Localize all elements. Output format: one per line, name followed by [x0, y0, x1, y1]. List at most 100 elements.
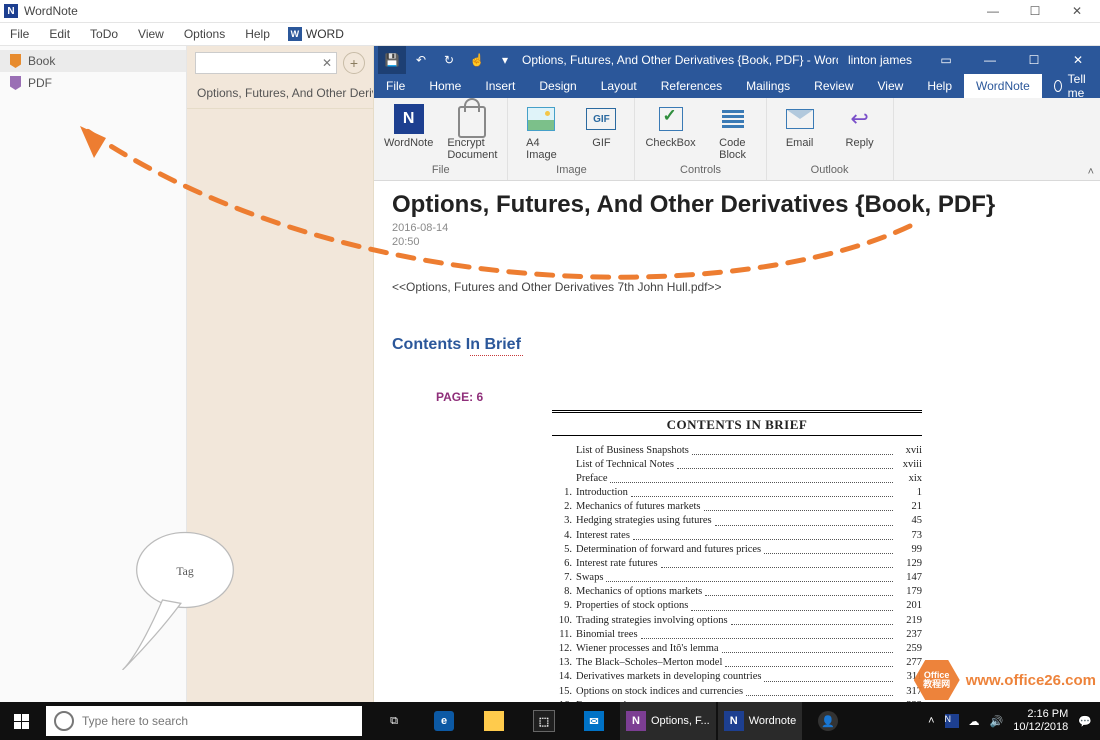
taskbar-people[interactable]: 👤	[804, 702, 852, 740]
menu-todo[interactable]: ToDo	[80, 23, 128, 45]
menu-word-link[interactable]: W WORD	[280, 27, 352, 41]
tab-help[interactable]: Help	[915, 74, 964, 98]
toc-line: 11.Binomial trees237	[552, 628, 922, 642]
task-view-icon[interactable]: ⧉	[370, 702, 418, 740]
toc-line: 8.Mechanics of options markets179	[552, 585, 922, 599]
word-embed: 💾 ↶ ↻ ☝ ▾ Options, Futures, And Other De…	[374, 46, 1100, 740]
collapse-ribbon-icon[interactable]: ˄	[1088, 166, 1094, 178]
qa-touch-icon[interactable]: ☝	[464, 47, 490, 73]
tab-design[interactable]: Design	[527, 74, 588, 98]
toc-line: 2.Mechanics of futures markets21	[552, 500, 922, 514]
menu-file[interactable]: File	[0, 23, 39, 45]
toc-line: 9.Properties of stock options201	[552, 599, 922, 613]
toc-line: 5.Determination of forward and futures p…	[552, 543, 922, 557]
tab-review[interactable]: Review	[802, 74, 865, 98]
notifications-icon[interactable]: 💬	[1078, 715, 1092, 728]
tray-volume-icon[interactable]: 🔊	[990, 715, 1004, 728]
windows-logo-icon	[14, 714, 29, 729]
wordnote-menubar: File Edit ToDo View Options Help W WORD	[0, 23, 1100, 46]
word-maximize-button[interactable]: ☐	[1014, 47, 1054, 73]
taskbar: Type here to search ⧉ e ⬚ ✉ NOptions, F.…	[0, 702, 1100, 740]
add-note-button[interactable]: +	[343, 52, 365, 74]
taskbar-explorer[interactable]	[470, 702, 518, 740]
toc-line: 14.Derivatives markets in developing cou…	[552, 670, 922, 684]
ribbon-group-file: N WordNote Encrypt Document File	[374, 98, 508, 180]
word-ribbon-options-icon[interactable]: ▭	[926, 47, 966, 73]
taskbar-mail[interactable]: ✉	[570, 702, 618, 740]
menu-options[interactable]: Options	[174, 23, 235, 45]
menu-edit[interactable]: Edit	[39, 23, 80, 45]
taskbar-clock[interactable]: 2:16 PM10/12/2018	[1013, 708, 1068, 733]
doc-attachment-ref: <<Options, Futures and Other Derivatives…	[392, 280, 1082, 294]
qa-save-icon[interactable]: 💾	[378, 46, 406, 74]
word-close-button[interactable]: ✕	[1058, 47, 1098, 73]
word-minimize-button[interactable]: ―	[970, 47, 1010, 73]
system-tray: ˄ N ☁ 🔊 2:16 PM10/12/2018 💬	[920, 708, 1100, 733]
wordnote-titlebar: N WordNote ― ☐ ✕	[0, 0, 1100, 23]
tag-row-pdf[interactable]: PDF	[0, 72, 186, 94]
qa-undo-icon[interactable]: ↶	[408, 47, 434, 73]
tell-me-button[interactable]: Tell me	[1042, 74, 1100, 98]
taskbar-wordnote[interactable]: NWordnote	[718, 702, 803, 740]
tab-references[interactable]: References	[649, 74, 734, 98]
menu-word-label: WORD	[306, 27, 344, 41]
doc-title: Options, Futures, And Other Derivatives …	[392, 191, 1082, 219]
note-list-item[interactable]: Options, Futures, And Other Derivati	[187, 78, 373, 109]
taskbar-edge[interactable]: e	[420, 702, 468, 740]
ribbon-group-label: File	[432, 163, 450, 178]
taskbar-search[interactable]: Type here to search	[46, 706, 362, 736]
ribbon-group-label: Outlook	[811, 163, 849, 178]
toc-line: 1.Introduction1	[552, 486, 922, 500]
menu-help[interactable]: Help	[235, 23, 280, 45]
tab-home[interactable]: Home	[417, 74, 473, 98]
tag-pane: Book PDF	[0, 46, 187, 740]
tab-layout[interactable]: Layout	[589, 74, 649, 98]
taskbar-store[interactable]: ⬚	[520, 702, 568, 740]
people-icon: 👤	[818, 711, 838, 731]
close-button[interactable]: ✕	[1056, 1, 1098, 21]
gif-icon: GIF	[586, 108, 616, 130]
ribbon-group-label: Controls	[680, 163, 721, 178]
ribbon-reply-button[interactable]: ↩ Reply	[831, 102, 889, 151]
tab-wordnote[interactable]: WordNote	[964, 74, 1042, 98]
menu-view[interactable]: View	[128, 23, 174, 45]
ribbon-wordnote-button[interactable]: N WordNote	[378, 102, 439, 151]
toc-line: Prefacexix	[552, 472, 922, 486]
tag-row-book[interactable]: Book	[0, 50, 186, 72]
ribbon-encrypt-button[interactable]: Encrypt Document	[441, 102, 503, 163]
word-document-canvas[interactable]: Options, Futures, And Other Derivatives …	[374, 181, 1100, 719]
mail-icon: ✉	[584, 711, 604, 731]
clear-icon[interactable]: ✕	[322, 56, 332, 70]
taskbar-search-placeholder: Type here to search	[82, 714, 188, 728]
taskbar-onenote[interactable]: NOptions, F...	[620, 702, 716, 740]
book-contents-block: CONTENTS IN BRIEF List of Business Snaps…	[552, 410, 922, 713]
ribbon-email-button[interactable]: Email	[771, 102, 829, 151]
onenote-icon: N	[626, 711, 646, 731]
start-button[interactable]	[0, 702, 42, 740]
ribbon-group-controls: CheckBox Code Block Controls	[635, 98, 766, 180]
search-input[interactable]: ✕	[195, 52, 337, 74]
folder-icon	[484, 711, 504, 731]
tab-file[interactable]: File	[374, 74, 417, 98]
tab-mailings[interactable]: Mailings	[734, 74, 802, 98]
tab-view[interactable]: View	[866, 74, 916, 98]
qa-redo-icon[interactable]: ↻	[436, 47, 462, 73]
ribbon-a4image-button[interactable]: A4 Image	[512, 102, 570, 163]
wordnote-icon: N	[724, 711, 744, 731]
ribbon-codeblock-button[interactable]: Code Block	[704, 102, 762, 163]
minimize-button[interactable]: ―	[972, 1, 1014, 21]
word-account-name[interactable]: linton james	[838, 53, 922, 67]
doc-heading-contents: Contents In Brief	[392, 336, 521, 354]
tray-onedrive-icon[interactable]: ☁	[969, 715, 980, 728]
qa-customize-icon[interactable]: ▾	[492, 47, 518, 73]
maximize-button[interactable]: ☐	[1014, 1, 1056, 21]
tray-wordnote-icon[interactable]: N	[945, 714, 959, 728]
ribbon-checkbox-button[interactable]: CheckBox	[639, 102, 701, 151]
lightbulb-icon	[1054, 80, 1062, 92]
code-icon	[722, 110, 744, 128]
mail-icon	[786, 109, 814, 129]
toc-line: 6.Interest rate futures129	[552, 557, 922, 571]
tab-insert[interactable]: Insert	[473, 74, 527, 98]
tray-more-icon[interactable]: ˄	[928, 715, 934, 727]
ribbon-gif-button[interactable]: GIF GIF	[572, 102, 630, 151]
